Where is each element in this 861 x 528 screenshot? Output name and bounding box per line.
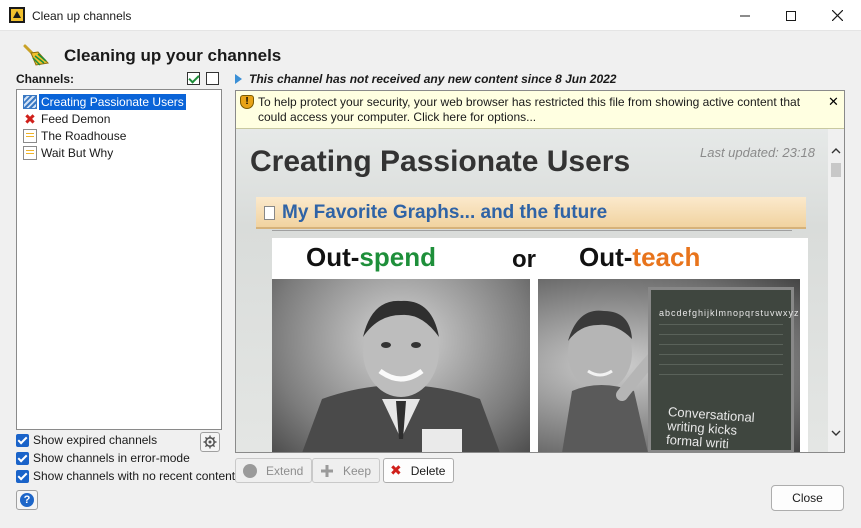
maximize-icon	[786, 10, 796, 21]
error-x-icon: ✖	[24, 111, 36, 127]
arrow-right-icon	[235, 74, 242, 84]
show-error-mode-checkbox[interactable]: Show channels in error-mode	[16, 451, 190, 465]
chalkboard-text: Conversational writing kicks formal writ…	[665, 404, 756, 452]
channel-preview: ! To help protect your security, your we…	[235, 90, 845, 453]
show-expired-checkbox[interactable]: Show expired channels	[16, 433, 157, 447]
uncheck-all-button[interactable]	[206, 72, 219, 85]
channel-label: The Roadhouse	[41, 129, 127, 143]
channel-list[interactable]: Creating Passionate Users ✖ Feed Demon T…	[16, 89, 222, 430]
circle-icon	[243, 463, 257, 478]
list-item[interactable]: Wait But Why	[23, 145, 115, 161]
list-item[interactable]: Creating Passionate Users	[23, 94, 186, 110]
preview-scrollbar[interactable]	[828, 129, 844, 452]
channels-label: Channels:	[16, 72, 75, 86]
striped-feed-icon	[23, 95, 37, 109]
check-all-button[interactable]	[187, 72, 200, 85]
last-updated: Last updated: 23:18	[700, 145, 815, 160]
page-title: Cleaning up your channels	[64, 46, 282, 65]
feed-page-icon	[23, 146, 37, 160]
option-label: Show channels in error-mode	[33, 451, 190, 465]
channel-label: Creating Passionate Users	[39, 94, 186, 110]
divider	[272, 230, 792, 231]
security-infobar[interactable]: ! To help protect your security, your we…	[236, 91, 844, 129]
close-button[interactable]: Close	[771, 485, 844, 511]
post-title[interactable]: My Favorite Graphs... and the future	[282, 202, 607, 224]
help-icon: ?	[20, 493, 34, 507]
chalkboard-alphabet: abcdefghijklmnopqrstuvwxyz	[659, 308, 800, 318]
title-bar: Clean up channels	[0, 0, 861, 31]
channel-status: This channel has not received any new co…	[235, 72, 616, 86]
checkbox-checked-icon	[16, 433, 29, 447]
checkbox-checked-icon	[16, 451, 29, 465]
delete-button[interactable]: ✖ Delete	[383, 458, 455, 483]
photo-boy-at-chalkboard: abcdefghijklmnopqrstuvwxyz Conversationa…	[538, 279, 800, 452]
option-label: Show expired channels	[33, 433, 158, 447]
status-text: This channel has not received any new co…	[249, 72, 617, 86]
scroll-down-icon[interactable]	[828, 425, 844, 441]
minimize-icon	[740, 15, 750, 16]
shield-warning-icon: !	[240, 95, 254, 109]
post-header: My Favorite Graphs... and the future	[256, 197, 806, 229]
keep-button[interactable]: Keep	[312, 458, 381, 483]
settings-button[interactable]	[200, 432, 220, 452]
close-icon	[831, 10, 843, 21]
plus-icon	[321, 464, 333, 477]
list-item[interactable]: ✖ Feed Demon	[23, 111, 112, 127]
infobar-text: To help protect your security, your web …	[258, 95, 801, 124]
channel-label: Feed Demon	[41, 112, 111, 126]
gear-icon	[203, 435, 217, 449]
app-icon	[9, 7, 25, 23]
blog-title[interactable]: Creating Passionate Users	[250, 145, 630, 179]
feed-page-icon	[23, 129, 37, 143]
broom-icon	[23, 44, 49, 66]
help-button[interactable]: ?	[16, 490, 38, 510]
caption-out-spend: Out-spend	[306, 242, 436, 272]
minimize-button[interactable]	[722, 0, 768, 31]
checkbox-checked-icon	[16, 469, 29, 483]
chalkboard: abcdefghijklmnopqrstuvwxyz Conversationa…	[648, 287, 800, 452]
page-icon	[264, 206, 275, 220]
photo-businessman	[272, 279, 530, 452]
scroll-up-icon[interactable]	[828, 143, 844, 159]
businessman-illustration	[302, 300, 500, 452]
maximize-button[interactable]	[768, 0, 814, 31]
show-no-recent-checkbox[interactable]: Show channels with no recent content	[16, 469, 235, 483]
web-content: Creating Passionate Users Last updated: …	[236, 129, 828, 452]
list-item[interactable]: The Roadhouse	[23, 128, 128, 144]
delete-x-icon: ✖	[390, 462, 402, 478]
scrollbar-thumb[interactable]	[831, 163, 841, 177]
caption-or: or	[512, 246, 536, 273]
caption-out-teach: Out-teach	[579, 242, 701, 272]
post-image: Out-spend or Out-teach abcdefghijklmnopq…	[272, 238, 808, 452]
channel-label: Wait But Why	[41, 146, 114, 160]
option-label: Show channels with no recent content	[33, 469, 236, 483]
close-window-button[interactable]	[814, 0, 860, 31]
infobar-close-button[interactable]: ✕	[828, 94, 839, 110]
window-title: Clean up channels	[32, 9, 132, 23]
extend-button[interactable]: Extend	[235, 458, 313, 483]
